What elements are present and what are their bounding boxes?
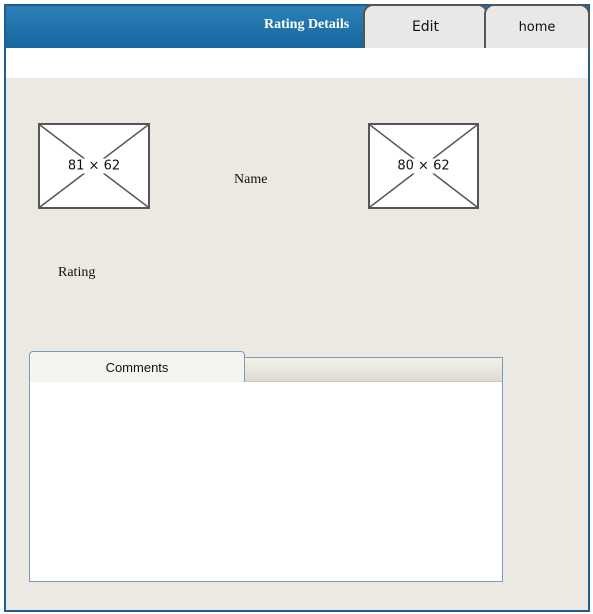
tab-home[interactable]: home — [484, 4, 590, 50]
image-placeholder-right: 80 × 62 — [368, 123, 479, 209]
tab-edit[interactable]: Edit — [363, 4, 488, 50]
image-placeholder-label: 81 × 62 — [65, 158, 123, 174]
image-placeholder-label: 80 × 62 — [395, 158, 452, 174]
name-label: Name — [234, 172, 268, 187]
tab-comments[interactable]: Comments — [29, 351, 245, 382]
header-band — [6, 48, 588, 78]
image-placeholder-left: 81 × 62 — [38, 123, 150, 209]
page-title: Rating Details — [264, 17, 350, 32]
rating-label: Rating — [58, 265, 96, 280]
comments-content[interactable] — [30, 382, 502, 581]
window-frame: Rating Details Edit home 81 × 62 Name 80… — [4, 4, 590, 612]
comments-panel: Comments — [29, 351, 503, 582]
